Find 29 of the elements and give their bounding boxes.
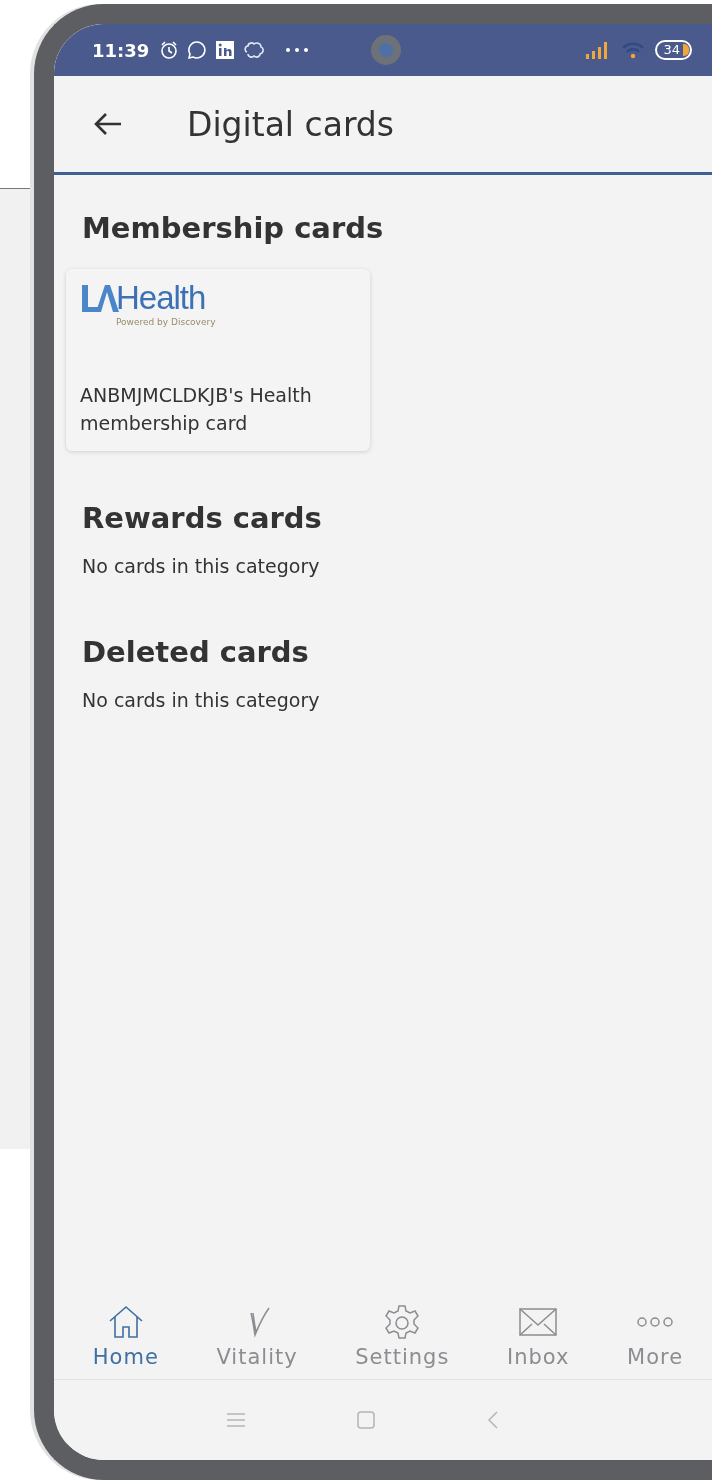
back-arrow-icon [93,112,123,136]
empty-message: No cards in this category [82,689,321,711]
nav-tab[interactable]: Home [86,1303,165,1369]
section-heading: Membership cards [82,210,385,247]
menu-icon [226,1412,246,1428]
section-heading: Rewards cards [82,500,323,537]
status-time: 11:39 [92,39,150,61]
square-logo-icon [215,40,236,60]
membership-card[interactable]: Health Powered by Discovery ANBMJMCLDKJB's Health membership card [66,269,370,451]
brand-tagline: Powered by Discovery [116,317,216,327]
nav-tab[interactable]: Vitality [210,1303,304,1369]
page-title: Digital cards [187,104,394,144]
nav-tab[interactable]: Inbox [501,1303,576,1369]
camera-icon [370,34,402,66]
section-heading: Deleted cards [82,634,310,671]
alarm-clock-icon [159,40,180,60]
nav-tab[interactable]: More [621,1303,690,1369]
wifi-icon [621,41,646,59]
chat-bubble-icon [187,40,208,60]
brand-name: Health [116,279,206,317]
battery-indicator: 34 [655,40,692,60]
more-dots-icon [285,47,310,53]
more-icon [635,1316,676,1328]
nav-tab[interactable]: Settings [349,1303,456,1369]
home-square-icon [356,1410,376,1430]
brand-mark-icon [80,283,120,313]
back-chevron-icon [486,1410,500,1430]
empty-message: No cards in this category [82,555,321,577]
card-label: ANBMJMCLDKJB's Health membership card [80,383,313,436]
